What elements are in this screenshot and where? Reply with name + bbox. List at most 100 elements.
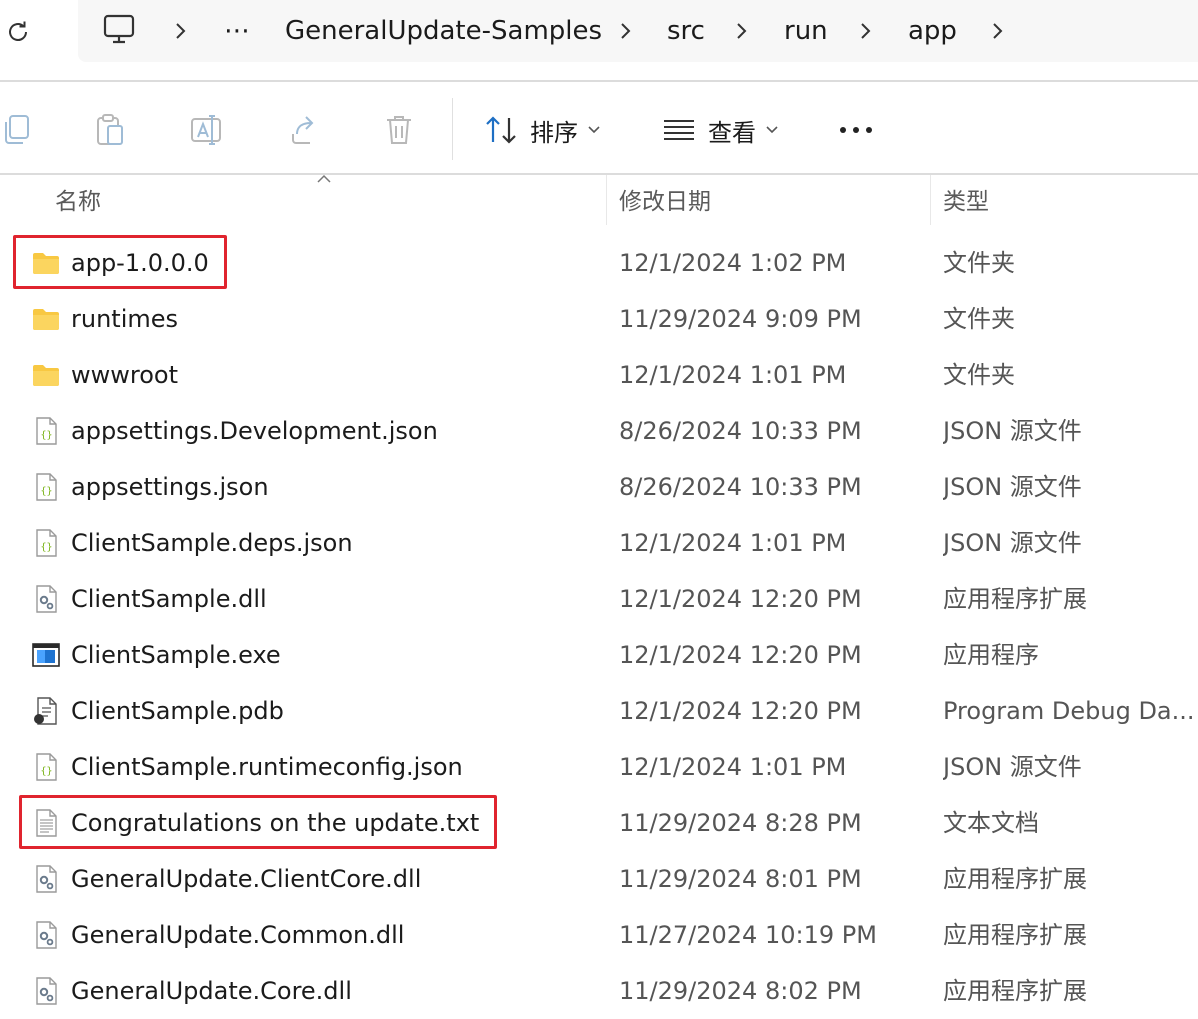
file-row[interactable]: ClientSample.pdb 12/1/2024 12:20 PM Progra… bbox=[0, 683, 1198, 739]
file-row[interactable]: Congratulations on the update.txt 11/29/2… bbox=[0, 795, 1198, 851]
dll-file-icon bbox=[30, 919, 62, 951]
address-bar-area: ⋯ GeneralUpdate-Samples src run app bbox=[0, 0, 1198, 80]
file-row[interactable]: {} appsettings.Development.json 8/26/2024 … bbox=[0, 403, 1198, 459]
file-name: ClientSample.exe bbox=[71, 641, 281, 669]
chevron-right-icon[interactable] bbox=[174, 20, 188, 42]
column-header-modified[interactable]: 修改日期 bbox=[619, 186, 711, 218]
file-name: GeneralUpdate.ClientCore.dll bbox=[71, 865, 422, 893]
file-modified-date: 12/1/2024 1:01 PM bbox=[619, 753, 847, 781]
folder-icon bbox=[30, 303, 62, 335]
file-row[interactable]: ClientSample.dll 12/1/2024 12:20 PM 应用程序扩展 bbox=[0, 571, 1198, 627]
file-row[interactable]: {} appsettings.json 8/26/2024 10:33 PM JSON… bbox=[0, 459, 1198, 515]
sort-label: 排序 bbox=[530, 118, 578, 147]
dll-file-icon bbox=[30, 863, 62, 895]
refresh-icon[interactable] bbox=[4, 18, 32, 46]
file-type: JSON 源文件 bbox=[943, 753, 1082, 781]
file-type: 应用程序 bbox=[943, 641, 1039, 669]
json-file-icon: {} bbox=[30, 527, 62, 559]
chevron-right-icon[interactable] bbox=[991, 20, 1005, 42]
file-modified-date: 8/26/2024 10:33 PM bbox=[619, 473, 862, 501]
chevron-right-icon[interactable] bbox=[859, 20, 873, 42]
json-file-icon: {} bbox=[30, 471, 62, 503]
svg-text:{}: {} bbox=[40, 430, 52, 441]
breadcrumb-item-generalupdate-samples[interactable]: GeneralUpdate-Samples bbox=[285, 14, 602, 48]
file-name: runtimes bbox=[71, 305, 179, 333]
file-type: 应用程序扩展 bbox=[943, 921, 1087, 949]
chevron-right-icon[interactable] bbox=[735, 20, 749, 42]
file-row[interactable]: GeneralUpdate.ClientCore.dll 11/29/2024 8… bbox=[0, 851, 1198, 907]
dll-file-icon bbox=[30, 583, 62, 615]
more-options-button[interactable] bbox=[838, 110, 878, 150]
view-button[interactable]: 查看 bbox=[662, 110, 778, 150]
folder-icon bbox=[30, 247, 62, 279]
json-file-icon: {} bbox=[30, 415, 62, 447]
sort-icon bbox=[486, 116, 516, 144]
computer-icon[interactable] bbox=[102, 14, 136, 46]
column-header-name[interactable]: 名称 bbox=[55, 186, 101, 218]
chevron-down-icon bbox=[766, 126, 778, 134]
view-label: 查看 bbox=[708, 118, 756, 147]
file-name: ClientSample.dll bbox=[71, 585, 267, 613]
address-bar[interactable]: ⋯ GeneralUpdate-Samples src run app bbox=[78, 0, 1198, 62]
svg-text:{}: {} bbox=[40, 766, 52, 777]
file-name: ClientSample.runtimeconfig.json bbox=[71, 753, 463, 781]
divider bbox=[0, 173, 1198, 175]
json-file-icon: {} bbox=[30, 751, 62, 783]
share-icon[interactable] bbox=[283, 110, 323, 150]
file-modified-date: 11/29/2024 8:01 PM bbox=[619, 865, 862, 893]
file-row[interactable]: {} ClientSample.deps.json 12/1/2024 1:01 P… bbox=[0, 515, 1198, 571]
file-type: 应用程序扩展 bbox=[943, 585, 1087, 613]
breadcrumb-item-app[interactable]: app bbox=[908, 14, 957, 48]
text-file-icon bbox=[30, 807, 62, 839]
file-row[interactable]: ClientSample.exe 12/1/2024 12:20 PM 应用程序 bbox=[0, 627, 1198, 683]
delete-icon[interactable] bbox=[379, 110, 419, 150]
file-row[interactable]: GeneralUpdate.Common.dll 11/27/2024 10:19… bbox=[0, 907, 1198, 963]
file-name: GeneralUpdate.Common.dll bbox=[71, 921, 405, 949]
view-list-icon bbox=[664, 120, 694, 140]
chevron-down-icon bbox=[588, 126, 600, 134]
column-header-type[interactable]: 类型 bbox=[943, 186, 989, 218]
file-modified-date: 12/1/2024 12:20 PM bbox=[619, 697, 862, 725]
file-type: Program Debug Da... bbox=[943, 697, 1193, 725]
file-name: app-1.0.0.0 bbox=[71, 249, 209, 277]
file-modified-date: 12/1/2024 1:01 PM bbox=[619, 361, 847, 389]
file-modified-date: 11/29/2024 9:09 PM bbox=[619, 305, 862, 333]
file-modified-date: 8/26/2024 10:33 PM bbox=[619, 417, 862, 445]
file-row[interactable]: wwwroot 12/1/2024 1:01 PM 文件夹 bbox=[0, 347, 1198, 403]
file-row[interactable]: runtimes 11/29/2024 9:09 PM 文件夹 bbox=[0, 291, 1198, 347]
file-row[interactable]: app-1.0.0.0 12/1/2024 1:02 PM 文件夹 bbox=[0, 235, 1198, 291]
breadcrumb-ellipsis[interactable]: ⋯ bbox=[224, 14, 250, 48]
svg-text:{}: {} bbox=[40, 486, 52, 497]
rename-icon[interactable] bbox=[186, 110, 226, 150]
breadcrumb-item-src[interactable]: src bbox=[667, 14, 705, 48]
paste-icon[interactable] bbox=[90, 110, 130, 150]
folder-icon bbox=[30, 359, 62, 391]
file-type: 应用程序扩展 bbox=[943, 865, 1087, 893]
column-divider[interactable] bbox=[606, 175, 607, 225]
chevron-right-icon[interactable] bbox=[619, 20, 633, 42]
file-name: wwwroot bbox=[71, 361, 179, 389]
file-name: GeneralUpdate.Core.dll bbox=[71, 977, 352, 1005]
divider bbox=[0, 80, 1198, 82]
breadcrumb-item-run[interactable]: run bbox=[784, 14, 828, 48]
svg-text:{}: {} bbox=[40, 542, 52, 553]
file-row[interactable]: {} ClientSample.runtimeconfig.json 12/1/20… bbox=[0, 739, 1198, 795]
sort-button[interactable]: 排序 bbox=[484, 110, 600, 150]
file-type: 文件夹 bbox=[943, 305, 1015, 333]
pdb-file-icon bbox=[30, 695, 62, 727]
file-row[interactable]: GeneralUpdate.Core.dll 11/29/2024 8:02 PM… bbox=[0, 963, 1198, 1019]
file-name: appsettings.Development.json bbox=[71, 417, 438, 445]
toolbar-divider bbox=[452, 98, 453, 160]
file-type: 应用程序扩展 bbox=[943, 977, 1087, 1005]
file-name: ClientSample.pdb bbox=[71, 697, 284, 725]
file-modified-date: 12/1/2024 1:01 PM bbox=[619, 529, 847, 557]
file-type: 文件夹 bbox=[943, 249, 1015, 277]
file-type: 文本文档 bbox=[943, 809, 1039, 837]
file-name: appsettings.json bbox=[71, 473, 269, 501]
file-modified-date: 12/1/2024 1:02 PM bbox=[619, 249, 847, 277]
file-modified-date: 11/27/2024 10:19 PM bbox=[619, 921, 877, 949]
column-divider[interactable] bbox=[930, 175, 931, 225]
copy-icon[interactable] bbox=[0, 110, 38, 150]
file-modified-date: 12/1/2024 12:20 PM bbox=[619, 641, 862, 669]
file-type: JSON 源文件 bbox=[943, 529, 1082, 557]
